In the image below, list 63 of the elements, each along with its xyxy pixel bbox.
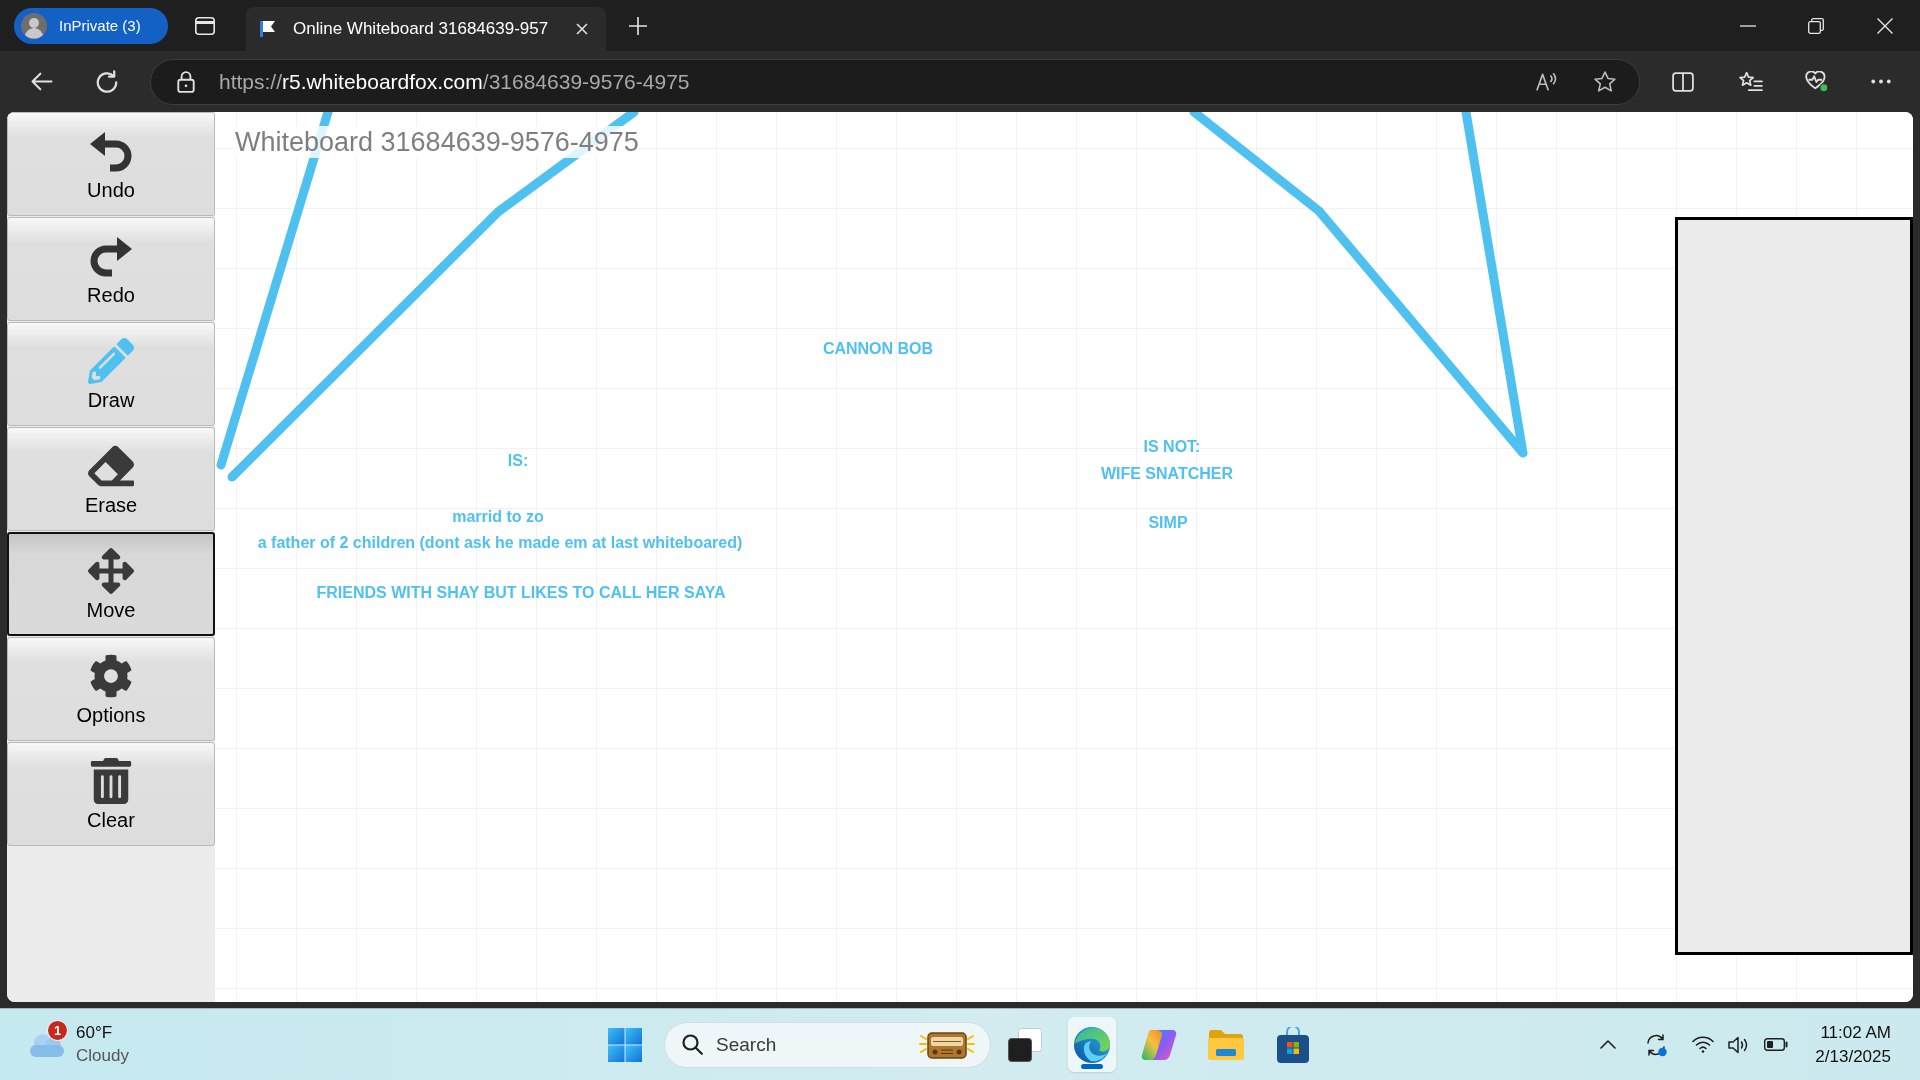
tab-actions-icon[interactable] xyxy=(195,16,215,35)
trash-icon xyxy=(88,758,134,804)
clock-time: 11:02 AM xyxy=(1820,1022,1891,1043)
sync-icon[interactable] xyxy=(1644,1032,1669,1057)
whiteboard-canvas[interactable]: Whiteboard 31684639-9576-4975 CANNON BOB IS: marrid to zo a father of 2 children (dont ask he made em at last whiteboared) FRIENDS WITH SHAY BUT LIKES TO CALL HER SAYA IS NOT: WIFE SNATCHER SIMP xyxy=(215,112,1913,1002)
new-tab-icon[interactable] xyxy=(629,16,647,35)
wifi-icon[interactable] xyxy=(1692,1036,1715,1053)
canvas-text: IS: xyxy=(507,450,529,470)
clock-date: 2/13/2025 xyxy=(1815,1046,1891,1067)
canvas-text: WIFE SNATCHER xyxy=(1100,463,1234,483)
eraser-icon xyxy=(88,443,134,489)
browser-tab[interactable]: Online Whiteboard 31684639-957 xyxy=(246,7,606,51)
overview-panel[interactable] xyxy=(1675,217,1913,955)
move-button[interactable]: Move xyxy=(7,532,215,636)
minimize-icon[interactable] xyxy=(1740,24,1756,27)
favorite-star-icon[interactable] xyxy=(1594,71,1616,92)
address-bar[interactable]: https://r5.whiteboardfox.com/31684639-9576-4975 xyxy=(150,58,1640,105)
chevron-up-icon[interactable] xyxy=(1600,1040,1617,1049)
split-screen-icon[interactable] xyxy=(1672,71,1694,92)
back-icon[interactable] xyxy=(31,72,53,91)
start-icon[interactable] xyxy=(608,1027,642,1062)
settings-icon xyxy=(89,654,133,698)
battery-icon[interactable] xyxy=(1764,1038,1789,1051)
lock-icon[interactable] xyxy=(177,70,195,93)
favorites-icon[interactable] xyxy=(1739,70,1763,93)
more-icon[interactable] xyxy=(1871,79,1891,84)
canvas-text: CANNON BOB xyxy=(822,338,934,358)
folder-icon xyxy=(1207,1028,1245,1061)
search-field[interactable]: Search xyxy=(664,1021,991,1068)
close-icon[interactable] xyxy=(1877,17,1893,34)
pencil-icon xyxy=(88,338,134,384)
read-aloud-icon[interactable] xyxy=(1536,72,1558,91)
slanted-tiles-icon xyxy=(1141,1028,1177,1061)
weather-condition-text: Cloudy xyxy=(76,1046,129,1066)
board-title: Whiteboard 31684639-9576-4975 xyxy=(235,126,639,158)
task-view-icon xyxy=(1008,1027,1042,1062)
redo-button[interactable]: Redo xyxy=(7,217,215,321)
canvas-text: FRIENDS WITH SHAY BUT LIKES TO CALL HER SAYA xyxy=(316,582,726,602)
draw-button[interactable]: Draw xyxy=(7,322,215,426)
search-icon xyxy=(682,1033,703,1055)
canvas-text: IS NOT: xyxy=(1143,436,1201,456)
notification-badge: 1 xyxy=(47,1019,68,1041)
options-button[interactable]: Options xyxy=(7,637,215,741)
heart-pulse-icon[interactable] xyxy=(1805,70,1829,93)
move-arrows-icon xyxy=(88,548,134,594)
undo-icon xyxy=(90,130,132,172)
erase-button[interactable]: Erase xyxy=(7,427,215,531)
undo-button[interactable]: Undo xyxy=(7,112,215,216)
redo-icon xyxy=(90,235,132,277)
wave-logo-icon xyxy=(1074,1026,1110,1063)
clear-button[interactable]: Clear xyxy=(7,742,215,846)
canvas-text: a father of 2 children (dont ask he made em at last whiteboared) xyxy=(257,532,743,552)
radio-icon xyxy=(919,1029,975,1060)
flag-icon xyxy=(259,20,276,38)
temperature-text: 60°F xyxy=(76,1023,114,1043)
inprivate-button[interactable]: InPrivate (3) xyxy=(14,7,168,44)
canvas-text: SIMP xyxy=(1148,512,1188,532)
close-icon[interactable] xyxy=(576,23,588,35)
restore-icon[interactable] xyxy=(1808,17,1824,34)
refresh-icon[interactable] xyxy=(96,70,118,93)
canvas-text: marrid to zo xyxy=(452,506,544,526)
shopping-bag-icon xyxy=(1276,1026,1310,1063)
avatar-icon xyxy=(21,12,47,39)
